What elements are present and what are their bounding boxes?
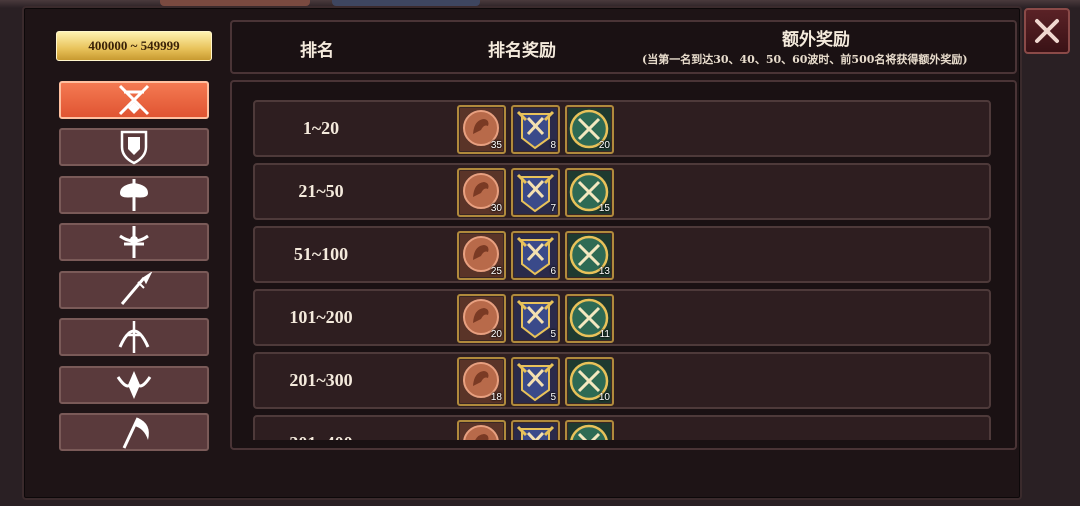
class-tab-0[interactable] [59,81,209,119]
reward-item[interactable]: 30 [457,168,506,217]
extra-reward-note: (当第一名到达30、40、50、60波时、前500名将获得额外奖励) [642,53,968,66]
class-tab-5[interactable] [59,318,209,356]
rank-column-header: 排名 [300,41,334,61]
reward-row: 301~400 [253,415,991,440]
reward-item[interactable] [565,420,614,440]
class-tab-6[interactable] [59,366,209,404]
reward-item[interactable]: 25 [457,231,506,280]
reward-item[interactable]: 10 [565,357,614,406]
reward-item[interactable] [457,420,506,440]
reward-quantity: 7 [550,203,556,214]
reward-list-scroll-area[interactable]: 1~20 35 8 20 21~50 30 7 15 51~100 25 6 13 101~200 20 5… [232,82,1015,440]
row-rank-range: 101~200 [289,307,353,327]
rank-reward-column-header: 排名奖励 [488,41,556,61]
reward-quantity: 5 [550,392,556,403]
reward-item[interactable]: 11 [565,294,614,343]
reward-quantity: 8 [550,140,556,151]
reward-item[interactable]: 13 [565,231,614,280]
reward-quantity: 15 [598,203,610,214]
reward-quantity: 35 [490,140,502,151]
reward-item[interactable]: 6 [511,231,560,280]
reward-item[interactable]: 20 [457,294,506,343]
reward-quantity: 10 [598,392,610,403]
reward-item[interactable]: 7 [511,168,560,217]
row-rank-range: 21~50 [298,181,344,201]
bow-icon [118,321,150,353]
reward-item[interactable]: 8 [511,105,560,154]
reward-item[interactable]: 15 [565,168,614,217]
reward-quantity: 20 [598,140,610,151]
reward-quantity: 20 [490,329,502,340]
score-range-badge: 400000 ~ 549999 [56,31,212,61]
reward-quantity: 30 [490,203,502,214]
row-rank-range: 201~300 [289,370,353,390]
class-tab-4[interactable] [59,271,209,309]
reward-row: 201~300 18 5 10 [253,352,991,409]
reward-item[interactable]: 20 [565,105,614,154]
reward-quantity: 6 [550,266,556,277]
class-tab-7[interactable] [59,413,209,451]
sword-hilt-icon [119,226,149,258]
winged-emblem-icon [116,371,152,399]
axe-icon [120,179,148,211]
extra-reward-column-header: 额外奖励 [782,30,850,50]
reward-quantity: 11 [599,329,610,340]
reward-row: 101~200 20 5 11 [253,289,991,346]
spear-icon [120,272,153,305]
row-rank-range: 1~20 [302,118,340,138]
class-tab-1[interactable] [59,128,209,166]
row-rank-range: 301~400 [255,417,387,440]
reward-quantity: 13 [598,266,610,277]
reward-item[interactable]: 35 [457,105,506,154]
shield-crest-icon [120,130,148,165]
reward-item[interactable]: 5 [511,357,560,406]
reward-table-header: 排名 排名奖励 额外奖励 (当第一名到达30、40、50、60波时、前500名将… [230,20,1017,74]
scythe-icon [122,417,149,449]
row-rank-range: 51~100 [293,244,349,264]
close-icon [1035,19,1059,43]
reward-row: 21~50 30 7 15 [253,163,991,220]
crossed-swords-emblem-icon [118,84,150,116]
class-tab-2[interactable] [59,176,209,214]
reward-quantity: 5 [550,329,556,340]
reward-row: 51~100 25 6 13 [253,226,991,283]
reward-row: 1~20 35 8 20 [253,100,991,157]
reward-item[interactable]: 18 [457,357,506,406]
class-tab-3[interactable] [59,223,209,261]
reward-quantity: 25 [490,266,502,277]
reward-item[interactable]: 5 [511,294,560,343]
reward-item[interactable] [511,420,560,440]
reward-list[interactable]: 1~20 35 8 20 21~50 30 7 15 51~100 25 6 13 101~200 20 5… [230,80,1017,450]
close-button[interactable] [1024,8,1070,54]
reward-quantity: 18 [490,392,502,403]
